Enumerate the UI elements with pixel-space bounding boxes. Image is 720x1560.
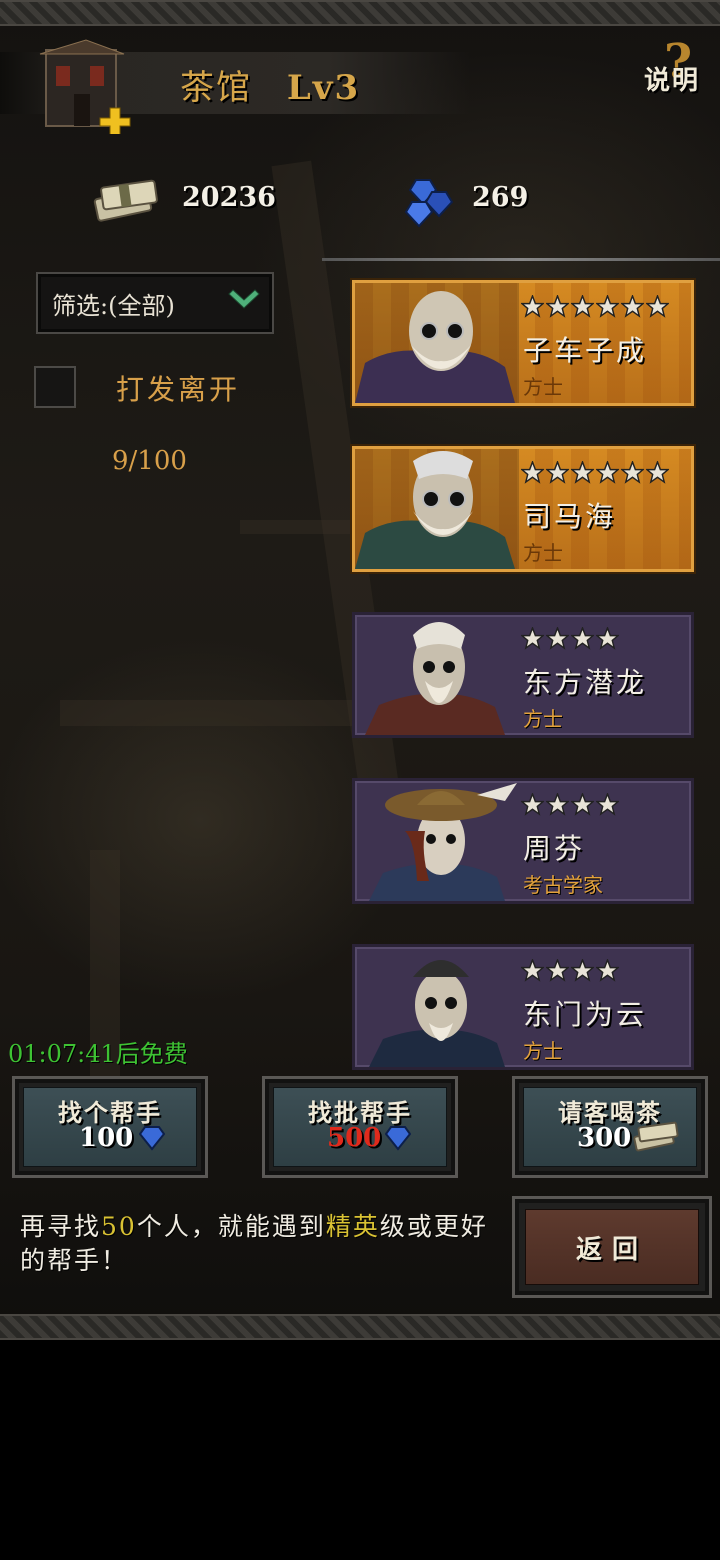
page-title: 茶馆 Lv3	[180, 60, 360, 109]
return-button[interactable]: 返回	[512, 1196, 712, 1298]
money-amount: 20236	[182, 182, 276, 213]
star-icon	[571, 627, 594, 650]
hero-card[interactable]: 东门为云 方士	[352, 944, 694, 1070]
button-cost: 500	[327, 1123, 382, 1153]
star-icon	[521, 627, 544, 650]
hero-class: 方士	[523, 707, 563, 731]
star-icon	[571, 295, 594, 318]
hero-name: 周芬	[523, 832, 586, 865]
hero-name: 东门为云	[523, 998, 648, 1031]
dismiss-checkbox[interactable]	[34, 366, 76, 408]
hero-portrait	[355, 283, 519, 403]
gem-amount: 269	[472, 182, 529, 213]
hint-elite: 精英	[325, 1212, 380, 1241]
free-timer: 01:07:41后免费	[8, 1040, 188, 1068]
star-icon	[571, 959, 594, 982]
hero-name: 司马海	[523, 500, 617, 533]
star-rating	[521, 793, 619, 816]
star-icon	[546, 959, 569, 982]
top-frame-border	[0, 0, 720, 26]
hero-name: 子车子成	[523, 334, 648, 367]
elite-hint-text: 再寻找50个人，就能遇到精英级或更好的帮手！	[20, 1210, 510, 1278]
button-cost: 300	[577, 1123, 632, 1153]
hint-number: 50	[101, 1212, 137, 1241]
treat-tea-button[interactable]: 请客喝茶 300	[512, 1076, 708, 1178]
hero-card[interactable]: 司马海 方士	[352, 446, 694, 572]
star-icon	[521, 295, 544, 318]
hero-class: 方士	[523, 1039, 563, 1063]
teahouse-building-icon[interactable]	[38, 36, 134, 134]
gem-icon	[404, 179, 454, 228]
star-icon	[521, 959, 544, 982]
button-cost: 100	[79, 1123, 134, 1153]
star-icon	[646, 461, 669, 484]
star-icon	[546, 461, 569, 484]
star-rating	[521, 461, 669, 484]
hint-part: 个人，就能遇到	[136, 1212, 326, 1241]
title-level: Lv3	[286, 68, 361, 108]
hero-class: 方士	[523, 375, 563, 399]
hero-portrait	[355, 449, 519, 569]
money-icon	[93, 179, 158, 222]
roster-count: 9/100	[112, 446, 187, 476]
return-label: 返回	[575, 1235, 648, 1265]
hero-name: 东方潜龙	[523, 666, 648, 699]
star-rating	[521, 295, 669, 318]
chevron-down-icon	[228, 289, 260, 309]
find-batch-helpers-button[interactable]: 找批帮手 500	[262, 1076, 458, 1178]
star-icon	[546, 627, 569, 650]
help-label: 说明	[644, 66, 701, 96]
bottom-frame-border	[0, 1314, 720, 1340]
hero-card[interactable]: 子车子成 方士	[352, 280, 694, 406]
divider	[322, 258, 720, 261]
hint-part: 再寻找	[20, 1212, 102, 1241]
star-icon	[621, 295, 644, 318]
star-icon	[596, 793, 619, 816]
star-icon	[546, 793, 569, 816]
star-rating	[521, 959, 619, 982]
star-icon	[646, 295, 669, 318]
filter-dropdown[interactable]: 筛选:(全部)	[36, 272, 274, 334]
title-name: 茶馆	[180, 68, 252, 108]
star-icon	[596, 627, 619, 650]
hero-class: 考古学家	[523, 873, 603, 897]
star-icon	[521, 461, 544, 484]
star-icon	[571, 793, 594, 816]
star-icon	[596, 461, 619, 484]
dismiss-label[interactable]: 打发离开	[116, 368, 240, 408]
hero-portrait	[365, 622, 505, 735]
star-icon	[596, 295, 619, 318]
hero-portrait	[369, 960, 505, 1067]
star-icon	[596, 959, 619, 982]
star-icon	[621, 461, 644, 484]
star-icon	[521, 793, 544, 816]
hero-class: 方士	[523, 541, 563, 565]
star-icon	[546, 295, 569, 318]
money-icon	[633, 1121, 679, 1152]
filter-label: 筛选:(全部)	[52, 292, 175, 320]
find-one-helper-button[interactable]: 找个帮手 100	[12, 1076, 208, 1178]
gem-icon	[139, 1126, 165, 1151]
gem-icon	[385, 1126, 411, 1151]
star-rating	[521, 627, 619, 650]
hero-card[interactable]: 周芬 考古学家	[352, 778, 694, 904]
hero-portrait	[369, 783, 517, 901]
hero-card[interactable]: 东方潜龙 方士	[352, 612, 694, 738]
help-button[interactable]: ? 说明	[638, 34, 718, 104]
star-icon	[571, 461, 594, 484]
